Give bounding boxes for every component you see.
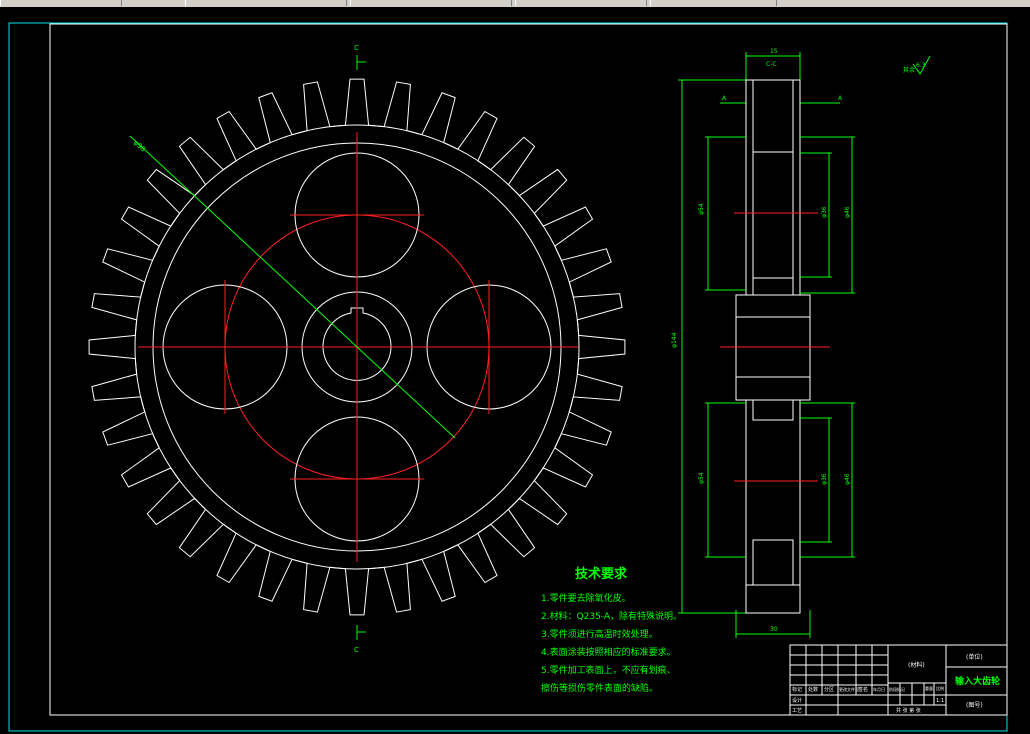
gear-drawing: C C φ98 15 C-C 30 A A φ144 φ54 φ36 φ46 φ… [8,22,1008,732]
gear-section-view: 15 C-C 30 A A φ144 φ54 φ36 φ46 φ54 φ36 φ… [671,48,855,638]
outer-border [8,22,1008,732]
hatch-web-upper [752,277,794,296]
requirement-line: 5.零件加工表面上，不应有划痕、 [541,664,676,676]
dim-left-upper: φ54 [698,203,705,215]
dim-top-width: 15 [770,48,778,55]
section-label: C-C [766,61,777,68]
hatch-rim-lower [752,539,794,586]
tb-label: 更改文件号 [839,686,859,692]
dim-left-lower: φ54 [698,472,705,484]
dim-right-lower-outer: φ46 [844,473,851,485]
roughness-label: 其余 [903,66,915,74]
rim-upper [745,79,801,296]
requirements-title: 技术要求 [575,566,628,582]
toolbar-segment[interactable] [650,0,777,6]
section-marker-a: A [722,95,727,102]
sheet-label: 共 张 第 张 [896,707,921,714]
dim-right-lower-inner: φ36 [821,473,828,485]
diameter-leader [129,135,456,439]
weight-label: 重量 [925,685,933,691]
tb-label: 分区 [824,686,834,693]
hatch-rim-upper [752,79,794,153]
rim-lower [745,399,801,614]
requirement-line: 4.表面涂装按照相应的标准要求。 [541,646,676,658]
hatch-hub-lower [735,376,811,401]
cad-drawing-canvas[interactable]: C C φ98 15 C-C 30 A A φ144 φ54 φ36 φ46 φ… [0,7,1030,734]
dim-bottom-width: 30 [770,626,778,633]
cut-label-bottom: C [354,646,359,654]
toolbar-segment[interactable] [0,0,122,6]
company-cell: (单位) [966,653,983,661]
requirement-line: 3.零件须进行高温时效处理。 [541,628,658,640]
tb-label: 年月日 [873,686,885,692]
stage-label: 阶段标记 [889,686,905,692]
drawing-number: (图号) [966,702,983,709]
scale-value: 1:1 [936,698,944,704]
part-name: 输入大齿轮 [955,675,1000,687]
tb-label: 处数 [808,686,818,693]
dim-right-upper-inner: φ36 [821,206,828,218]
tb-label: 标记 [792,686,802,693]
hatch-web-lower [752,399,794,421]
hatch-hub-upper [735,294,811,318]
requirement-line: 1.零件要去除氧化皮。 [541,592,631,604]
design-label: 设计 [792,697,802,704]
roughness-symbol: 其余 6.3 [903,55,931,75]
requirement-line: 2.材料：Q235-A，除有特殊说明。 [541,610,682,622]
gear-front-view: C C φ98 [88,44,626,654]
dim-right-upper-outer: φ46 [844,206,851,218]
ratio-label: 比例 [936,685,944,691]
inner-border [49,23,1008,716]
cut-label-top: C [354,44,359,52]
toolbar-segment[interactable] [185,0,347,6]
process-label: 工艺 [792,708,802,714]
toolbar-segment[interactable] [515,0,647,6]
title-block: (材料) (单位) 输入大齿轮 (图号) 1:1 标记 处数 分区 更改文件号 … [789,644,1008,716]
dim-outer-diameter: φ144 [671,332,678,348]
technical-requirements: 技术要求 1.零件要去除氧化皮。 2.材料：Q235-A，除有特殊说明。 3.零… [541,566,682,694]
dim-diameter: φ98 [132,139,147,154]
tb-label: 签名 [858,686,868,693]
section-marker-b: A [838,95,843,102]
toolbar-segment[interactable] [350,0,512,6]
material-cell: (材料) [908,661,925,669]
requirement-line: 擦伤等损伤零件表面的缺陷。 [541,682,658,694]
